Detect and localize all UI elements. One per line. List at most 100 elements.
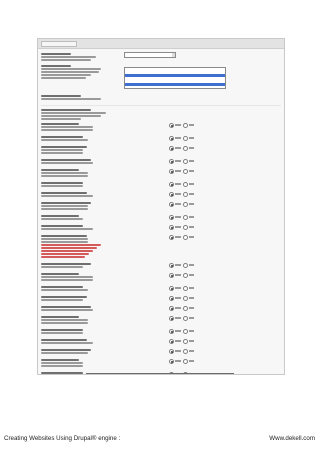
radio-no[interactable] (183, 136, 188, 141)
setting-label-line (41, 250, 93, 252)
setting-label-line (41, 112, 106, 114)
setting-label-line (41, 352, 88, 354)
radio-no[interactable] (183, 306, 188, 311)
radio-no-label (189, 340, 194, 342)
radio-yes-label (175, 226, 181, 228)
role-listbox[interactable] (124, 67, 226, 89)
radio-no[interactable] (183, 349, 188, 354)
setting-label-line (41, 263, 91, 265)
radio-yes[interactable] (169, 296, 174, 301)
radio-yes[interactable] (169, 169, 174, 174)
radio-yes[interactable] (169, 235, 174, 240)
radio-yes-label (175, 317, 181, 319)
radio-no-label (189, 264, 194, 266)
radio-yes[interactable] (169, 215, 174, 220)
radio-yes[interactable] (169, 286, 174, 291)
setting-label-line (41, 77, 86, 79)
radio-no[interactable] (183, 316, 188, 321)
setting-label-line (41, 136, 83, 138)
setting-label-line (41, 316, 79, 318)
radio-yes-label (175, 236, 181, 238)
radio-yes-label (175, 183, 181, 185)
radio-yes[interactable] (169, 306, 174, 311)
radio-no[interactable] (183, 359, 188, 364)
panel-header (38, 39, 284, 49)
theme-select[interactable] (124, 52, 176, 58)
radio-no-label (189, 297, 194, 299)
setting-label-line (41, 253, 89, 255)
radio-no[interactable] (183, 159, 188, 164)
setting-label-line (41, 208, 88, 210)
radio-no[interactable] (183, 146, 188, 151)
radio-no[interactable] (183, 202, 188, 207)
radio-no[interactable] (183, 169, 188, 174)
radio-yes[interactable] (169, 202, 174, 207)
setting-label-line (41, 175, 88, 177)
radio-no[interactable] (183, 235, 188, 240)
radio-no[interactable] (183, 339, 188, 344)
setting-label-line (41, 98, 101, 100)
setting-label-line (41, 192, 87, 194)
radio-no[interactable] (183, 286, 188, 291)
setting-label-line (41, 309, 93, 311)
radio-no[interactable] (183, 123, 188, 128)
setting-label-line (41, 129, 93, 131)
setting-label-line (41, 279, 93, 281)
setting-label-line (41, 372, 83, 374)
setting-label-line (41, 53, 71, 55)
radio-yes[interactable] (169, 136, 174, 141)
footer-title: Creating Websites Using Drupal® engine : (4, 435, 121, 442)
setting-label-line (41, 319, 88, 321)
radio-yes-label (175, 203, 181, 205)
radio-no[interactable] (183, 225, 188, 230)
radio-yes[interactable] (169, 316, 174, 321)
section-separator (41, 105, 281, 106)
radio-yes[interactable] (169, 146, 174, 151)
radio-yes-label (175, 124, 181, 126)
radio-no[interactable] (183, 192, 188, 197)
listbox-option[interactable] (125, 83, 225, 86)
setting-label-line (41, 339, 87, 341)
setting-label-line (41, 71, 99, 73)
setting-label-line (41, 152, 83, 154)
setting-label-line (41, 169, 79, 171)
radio-yes[interactable] (169, 159, 174, 164)
setting-label-line (41, 195, 93, 197)
radio-yes-label (175, 274, 181, 276)
setting-label-line (41, 65, 71, 67)
radio-yes-label (175, 170, 181, 172)
setting-label-line (41, 182, 83, 184)
setting-label-line (41, 139, 88, 141)
setting-label-line (41, 218, 83, 220)
radio-yes[interactable] (169, 273, 174, 278)
radio-yes[interactable] (169, 192, 174, 197)
radio-yes[interactable] (169, 329, 174, 334)
radio-yes[interactable] (169, 263, 174, 268)
setting-label-line (41, 349, 91, 351)
radio-no-label (189, 193, 194, 195)
radio-yes[interactable] (169, 339, 174, 344)
setting-label-line (41, 95, 81, 97)
setting-label-line (41, 286, 83, 288)
radio-no-label (189, 317, 194, 319)
radio-no[interactable] (183, 263, 188, 268)
radio-no[interactable] (183, 273, 188, 278)
radio-yes-label (175, 297, 181, 299)
radio-no-label (189, 137, 194, 139)
setting-label-line (41, 241, 88, 243)
radio-yes[interactable] (169, 225, 174, 230)
setting-label-line (41, 205, 88, 207)
radio-no[interactable] (183, 215, 188, 220)
radio-yes[interactable] (169, 182, 174, 187)
radio-no[interactable] (183, 329, 188, 334)
radio-no-label (189, 330, 194, 332)
radio-no-label (189, 307, 194, 309)
setting-label-line (41, 159, 91, 161)
radio-no[interactable] (183, 182, 188, 187)
radio-yes[interactable] (169, 123, 174, 128)
radio-yes[interactable] (169, 349, 174, 354)
radio-no[interactable] (183, 296, 188, 301)
radio-yes[interactable] (169, 359, 174, 364)
radio-yes-label (175, 330, 181, 332)
setting-label-line (41, 56, 96, 58)
